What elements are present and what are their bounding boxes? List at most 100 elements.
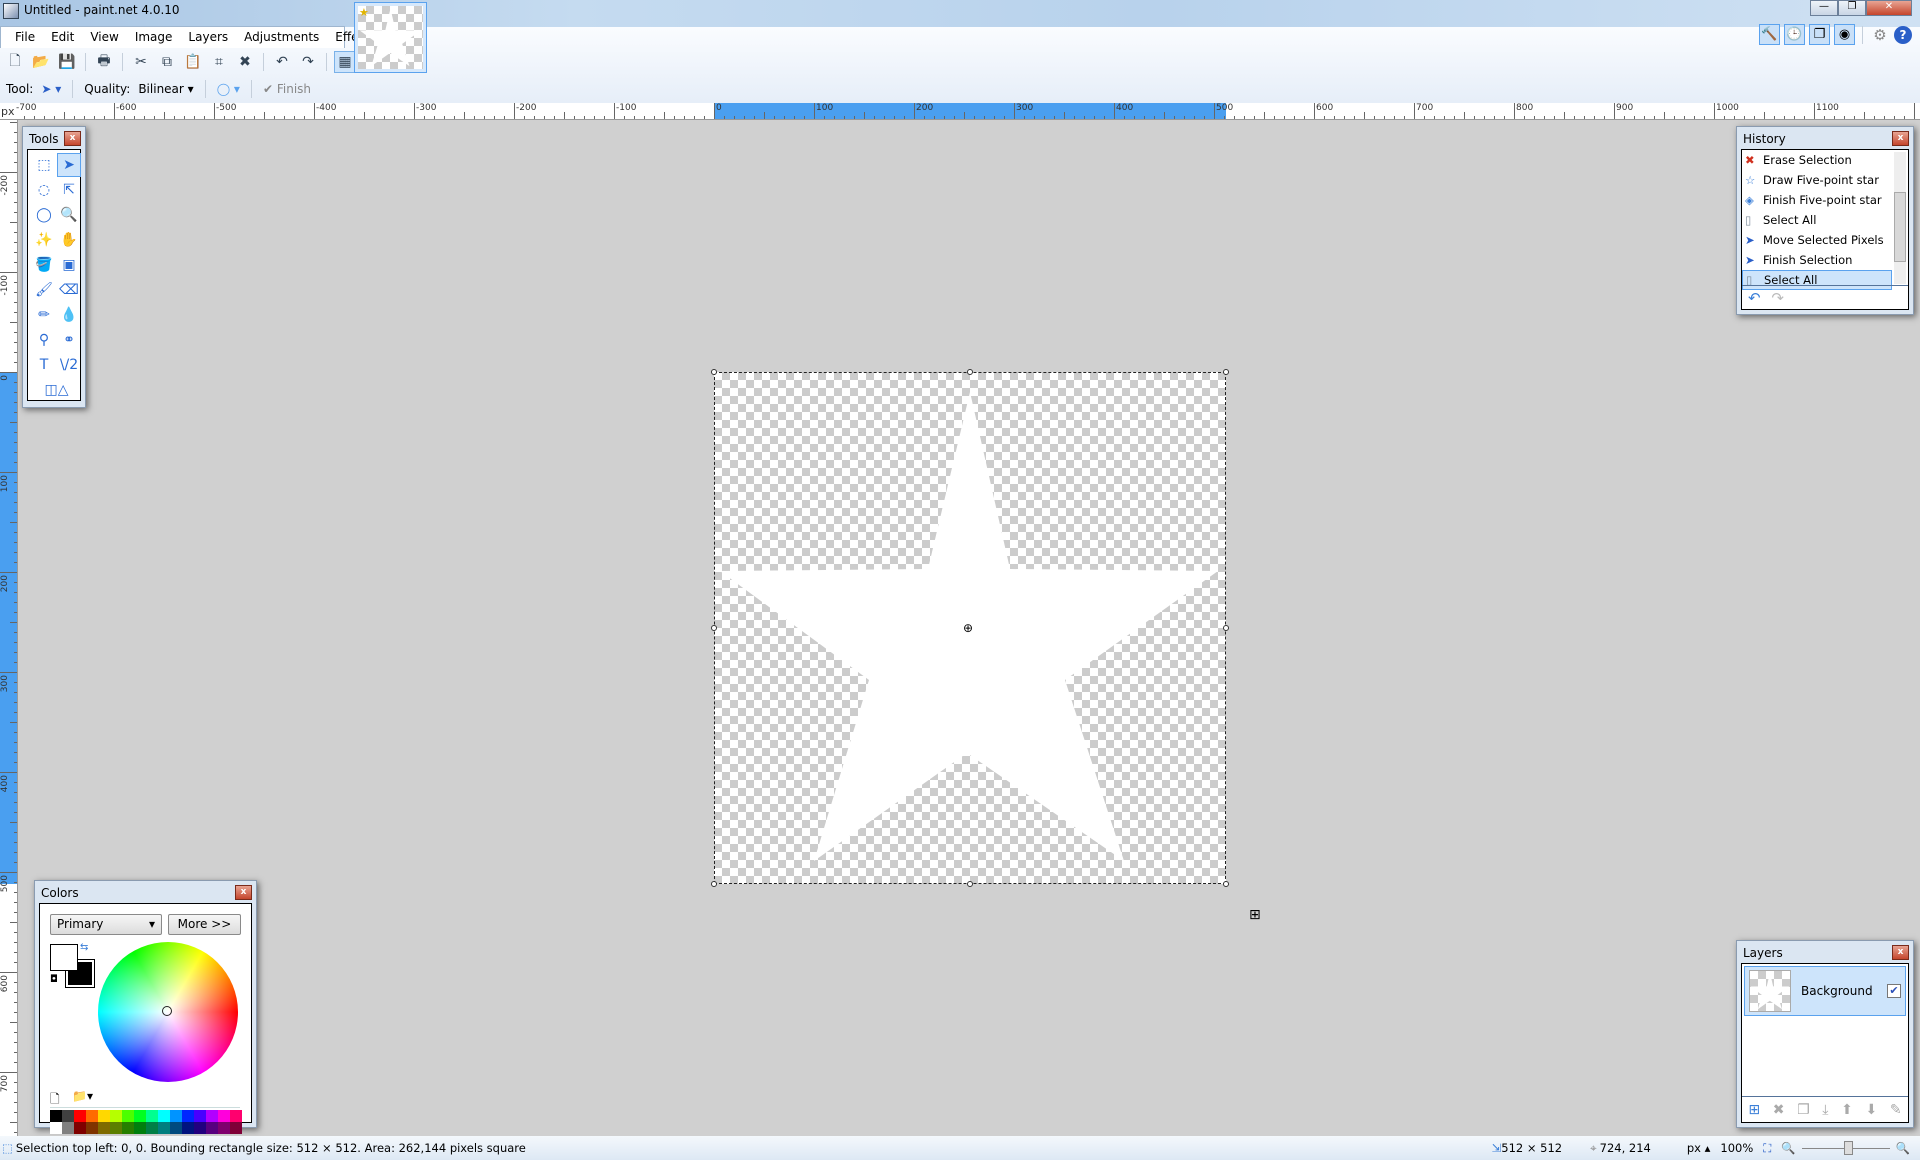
- handle[interactable]: [711, 369, 717, 375]
- palette-swatch[interactable]: [122, 1122, 134, 1134]
- history-scrollbar[interactable]: [1894, 152, 1906, 284]
- palette-swatch[interactable]: [218, 1122, 230, 1134]
- palette-swatch[interactable]: [110, 1122, 122, 1134]
- undo-button[interactable]: ↶: [1748, 289, 1761, 307]
- palette-swatch[interactable]: [206, 1122, 218, 1134]
- clone-stamp-icon[interactable]: ⚲: [32, 328, 56, 352]
- history-item[interactable]: ◈ Finish Five-point star: [1742, 190, 1892, 210]
- help-icon[interactable]: ?: [1894, 25, 1912, 44]
- menu-file[interactable]: File: [7, 27, 43, 48]
- palette-menu-icon[interactable]: 📁▾: [72, 1089, 93, 1103]
- zoom-icon[interactable]: 🔍: [57, 203, 81, 227]
- line-curve-icon[interactable]: \/2: [57, 353, 81, 377]
- palette-swatch[interactable]: [62, 1110, 74, 1122]
- history-item[interactable]: ☆ Draw Five-point star: [1742, 170, 1892, 190]
- palette-swatch[interactable]: [134, 1122, 146, 1134]
- selection-mode-dropdown[interactable]: ◯ ▾: [217, 82, 240, 96]
- palette-swatch[interactable]: [158, 1110, 170, 1122]
- palette-swatch[interactable]: [86, 1110, 98, 1122]
- crop-icon[interactable]: ⌗: [208, 51, 230, 73]
- colors-window-icon[interactable]: ◉: [1834, 24, 1855, 45]
- image-thumbnail-tab[interactable]: ★: [354, 2, 427, 73]
- pan-icon[interactable]: ✋: [57, 228, 81, 252]
- palette-swatch[interactable]: [170, 1110, 182, 1122]
- print-icon[interactable]: 🖶: [93, 51, 115, 73]
- palette-swatch[interactable]: [182, 1110, 194, 1122]
- palette-swatch[interactable]: [182, 1122, 194, 1134]
- undo-icon[interactable]: ↶: [271, 51, 293, 73]
- tool-selector[interactable]: ➤ ▾: [41, 82, 61, 96]
- add-layer-icon[interactable]: ⊞: [1748, 1102, 1760, 1118]
- menu-image[interactable]: Image: [127, 27, 181, 48]
- shapes-icon[interactable]: ◫△: [32, 378, 81, 402]
- lasso-select-icon[interactable]: ◌: [32, 178, 56, 202]
- deselect-icon[interactable]: ✖: [234, 51, 256, 73]
- menu-layers[interactable]: Layers: [180, 27, 236, 48]
- eraser-icon[interactable]: ⌫: [57, 278, 81, 302]
- palette-swatch[interactable]: [122, 1110, 134, 1122]
- palette-swatch[interactable]: [50, 1122, 62, 1134]
- zoom-out-icon[interactable]: 🔍: [1781, 1141, 1795, 1155]
- palette-swatch[interactable]: [98, 1110, 110, 1122]
- recolor-icon[interactable]: ⚭: [57, 328, 81, 352]
- palette-swatch[interactable]: [158, 1122, 170, 1134]
- close-icon[interactable]: x: [1892, 131, 1909, 146]
- palette-swatch[interactable]: [194, 1110, 206, 1122]
- merge-down-icon[interactable]: ⤓: [1822, 1102, 1828, 1118]
- handle[interactable]: [1223, 625, 1229, 631]
- layers-window-icon[interactable]: ❐: [1809, 24, 1830, 45]
- palette-swatch[interactable]: [146, 1122, 158, 1134]
- layer-properties-icon[interactable]: ✎: [1890, 1102, 1902, 1118]
- copy-icon[interactable]: ⧉: [156, 51, 178, 73]
- color-wheel-cursor[interactable]: [162, 1006, 172, 1016]
- minimize-button[interactable]: —: [1810, 0, 1838, 16]
- handle[interactable]: [1223, 881, 1229, 887]
- reset-colors-icon[interactable]: ◘: [50, 974, 58, 985]
- zoom-in-icon[interactable]: 🔍: [1896, 1141, 1910, 1155]
- move-down-icon[interactable]: ⬇: [1865, 1102, 1877, 1118]
- paste-icon[interactable]: 📋: [182, 51, 204, 73]
- color-picker-icon[interactable]: 💧: [57, 303, 81, 327]
- color-wheel[interactable]: [98, 942, 238, 1082]
- palette-swatch[interactable]: [74, 1110, 86, 1122]
- move-selected-pixels-icon[interactable]: ➤: [57, 153, 81, 177]
- palette-swatch[interactable]: [110, 1110, 122, 1122]
- delete-layer-icon[interactable]: ✖: [1773, 1102, 1785, 1118]
- paint-bucket-icon[interactable]: 🪣: [32, 253, 56, 277]
- primary-color-swatch[interactable]: [50, 944, 78, 971]
- history-item[interactable]: ✖ Erase Selection: [1742, 150, 1892, 170]
- palette-swatch[interactable]: [146, 1110, 158, 1122]
- layer-visibility-checkbox[interactable]: ✔: [1887, 984, 1901, 998]
- menu-view[interactable]: View: [82, 27, 126, 48]
- history-item[interactable]: ➤ Move Selected Pixels: [1742, 230, 1892, 250]
- palette-swatch[interactable]: [230, 1110, 242, 1122]
- palette-swatch[interactable]: [194, 1122, 206, 1134]
- color-mode-dropdown[interactable]: Primary ▾: [50, 914, 162, 935]
- zoom-level[interactable]: 100%: [1720, 1141, 1753, 1155]
- finish-button[interactable]: ✔ Finish: [263, 82, 311, 96]
- menu-adjustments[interactable]: Adjustments: [236, 27, 327, 48]
- handle[interactable]: [711, 881, 717, 887]
- open-icon[interactable]: 📂: [30, 51, 52, 73]
- units-dropdown[interactable]: px ▴: [1687, 1141, 1711, 1155]
- redo-icon[interactable]: ↷: [297, 51, 319, 73]
- paintbrush-icon[interactable]: 🖌: [32, 278, 56, 302]
- more-button[interactable]: More >>: [168, 914, 241, 935]
- swap-colors-icon[interactable]: ⇆: [80, 942, 88, 953]
- redo-button[interactable]: ↷: [1771, 289, 1784, 307]
- rectangle-select-icon[interactable]: ⬚: [32, 153, 56, 177]
- grid-icon[interactable]: ▦: [334, 51, 356, 73]
- restore-button[interactable]: ❐: [1838, 0, 1866, 16]
- palette-swatch[interactable]: [86, 1122, 98, 1134]
- menu-edit[interactable]: Edit: [43, 27, 82, 48]
- close-button[interactable]: ✕: [1866, 0, 1912, 16]
- move-up-icon[interactable]: ⬆: [1841, 1102, 1853, 1118]
- tools-window-icon[interactable]: 🔨: [1759, 24, 1780, 45]
- settings-icon[interactable]: ⚙: [1870, 26, 1890, 44]
- text-icon[interactable]: T: [32, 353, 56, 377]
- close-icon[interactable]: x: [64, 131, 81, 146]
- cut-icon[interactable]: ✂: [130, 51, 152, 73]
- history-item[interactable]: ➤ Finish Selection: [1742, 250, 1892, 270]
- palette-swatch[interactable]: [170, 1122, 182, 1134]
- handle[interactable]: [1223, 369, 1229, 375]
